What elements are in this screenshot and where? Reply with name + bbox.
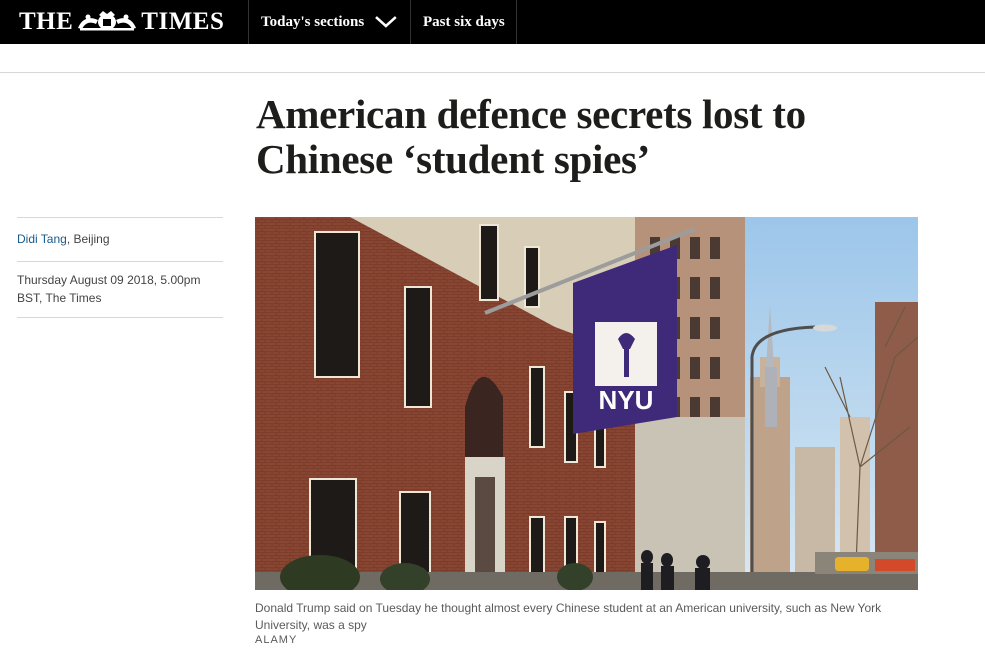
the-times-logo[interactable]: THE TIMES <box>0 0 249 44</box>
caption-line-2: University, was a spy <box>255 618 367 632</box>
date-line-2: BST, The Times <box>17 291 102 305</box>
todays-sections-label: Today's sections <box>261 13 365 30</box>
byline: Didi Tang, Beijing <box>17 217 223 261</box>
article-headline: American defence secrets lost to Chinese… <box>256 92 956 182</box>
royal-crest-icon <box>78 11 137 31</box>
author-link[interactable]: Didi Tang <box>17 232 67 246</box>
byline-location: , Beijing <box>66 232 110 246</box>
caption-line-1: Donald Trump said on Tuesday he thought … <box>255 601 882 615</box>
date-line-1: Thursday August 09 2018, 5.00pm <box>17 273 201 287</box>
headline-line-2: Chinese ‘student spies’ <box>256 136 651 182</box>
flag-nyu-text: NYU <box>599 385 654 415</box>
top-navigation-bar: THE TIMES Today's sections Past six days <box>0 0 985 44</box>
header-divider <box>0 72 985 73</box>
chevron-down-icon <box>375 16 397 28</box>
image-caption: Donald Trump said on Tuesday he thought … <box>255 600 918 634</box>
headline-line-1: American defence secrets lost to <box>256 91 806 137</box>
masthead-word-times: TIMES <box>141 8 225 35</box>
todays-sections-menu[interactable]: Today's sections <box>249 0 411 44</box>
past-six-days-label: Past six days <box>423 13 505 30</box>
past-six-days-link[interactable]: Past six days <box>411 0 517 44</box>
article-lead-image[interactable]: NYU <box>255 217 918 590</box>
masthead-wordmark: THE TIMES <box>19 8 224 36</box>
masthead-word-the: THE <box>19 8 74 35</box>
article-meta: Didi Tang, Beijing Thursday August 09 20… <box>17 217 223 318</box>
publish-date: Thursday August 09 2018, 5.00pm BST, The… <box>17 261 223 318</box>
image-credit: ALAMY <box>255 634 298 646</box>
